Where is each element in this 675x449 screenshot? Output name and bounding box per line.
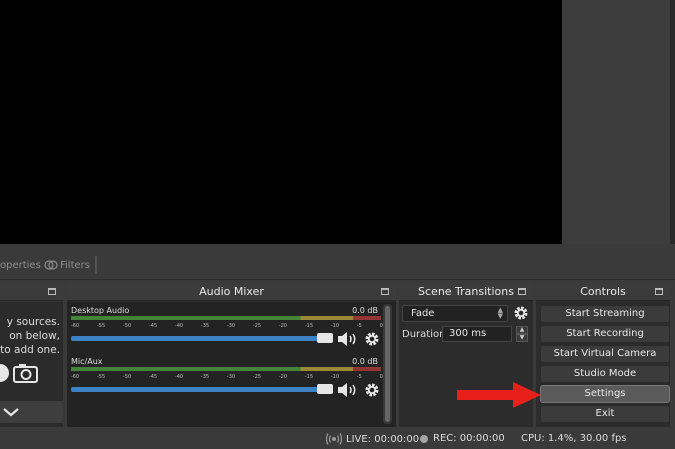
tick-label: -55 xyxy=(96,374,106,380)
channel-volume-db: 0.0 dB xyxy=(352,357,378,366)
channel-volume-db: 0.0 dB xyxy=(352,306,378,315)
tick-label: -20 xyxy=(278,323,288,329)
duration-label: Duration xyxy=(402,329,446,340)
controls-title: Controls xyxy=(580,285,626,298)
duration-input[interactable]: 300 ms xyxy=(442,326,512,342)
gear-icon[interactable] xyxy=(364,331,380,347)
tick-label: -20 xyxy=(278,374,288,380)
tick-label: -60 xyxy=(71,374,80,380)
mixer-channels: Desktop Audio 0.0 dB -60 -55 -50 -45 -40… xyxy=(67,302,396,427)
properties-button[interactable]: operties xyxy=(0,260,41,271)
volume-slider-track[interactable] xyxy=(71,387,331,392)
audio-mixer-title: Audio Mixer xyxy=(199,285,264,298)
tick-label: -30 xyxy=(226,323,236,329)
volume-slider-handle[interactable] xyxy=(317,333,333,343)
program-preview[interactable] xyxy=(0,0,562,244)
sources-hint-line-3: to add one. xyxy=(0,344,60,356)
recording-status: REC: 00:00:00 xyxy=(420,433,505,444)
transition-select[interactable]: Fade ▲ ▼ xyxy=(402,305,508,322)
duration-decrease-button[interactable]: ▼ xyxy=(516,334,528,342)
tick-label: -25 xyxy=(252,374,262,380)
tick-label: -25 xyxy=(252,323,262,329)
chevron-down-icon xyxy=(3,408,19,417)
speaker-icon[interactable] xyxy=(337,382,359,398)
record-dot-icon xyxy=(420,434,428,443)
tick-label: -50 xyxy=(122,374,132,380)
tick-label: -40 xyxy=(174,323,184,329)
scene-transitions-body: Fade ▲ ▼ Duration 300 ms ▲ ▼ xyxy=(399,302,533,427)
sources-hint-line-1: y sources. xyxy=(6,316,60,328)
filters-button[interactable]: Filters xyxy=(44,259,90,271)
channel-name: Mic/Aux xyxy=(71,357,103,366)
status-bar: LIVE: 00:00:00 REC: 00:00:00 CPU: 1.4%, … xyxy=(0,429,675,449)
sources-dock-title xyxy=(0,283,63,301)
channel-name: Desktop Audio xyxy=(71,306,130,315)
updown-arrows-icon: ▲ ▼ xyxy=(497,306,503,320)
meter-tick-labels: -60 -55 -50 -45 -40 -35 -30 -25 -20 -15 … xyxy=(71,323,383,329)
gear-icon[interactable] xyxy=(513,305,529,321)
filters-icon xyxy=(44,260,58,270)
add-source-icon[interactable] xyxy=(0,363,10,383)
tick-label: -50 xyxy=(122,323,132,329)
audio-mixer-dock-title: Audio Mixer xyxy=(67,283,396,301)
controls-dock-title: Controls xyxy=(536,283,670,301)
broadcast-icon xyxy=(326,433,342,445)
volume-slider-handle[interactable] xyxy=(317,384,333,394)
tick-label: -45 xyxy=(148,374,158,380)
transition-select-value: Fade xyxy=(411,308,435,319)
start-virtual-camera-button[interactable]: Start Virtual Camera xyxy=(540,345,670,363)
start-streaming-button[interactable]: Start Streaming xyxy=(540,305,670,323)
tick-label: -35 xyxy=(200,374,210,380)
filters-label: Filters xyxy=(60,259,90,271)
tick-label: -5 xyxy=(356,323,362,329)
toolbar-divider xyxy=(95,256,97,274)
volume-slider-track[interactable] xyxy=(71,336,331,341)
live-timer: LIVE: 00:00:00 xyxy=(346,433,420,445)
scene-transitions-dock-title: Scene Transitions xyxy=(399,283,533,301)
undock-icon[interactable] xyxy=(381,288,389,295)
settings-button[interactable]: Settings xyxy=(540,385,670,403)
tick-label: -45 xyxy=(148,323,158,329)
tick-label: -5 xyxy=(356,374,362,380)
undock-icon[interactable] xyxy=(655,288,663,295)
undock-icon[interactable] xyxy=(518,288,526,295)
sources-expand-button[interactable] xyxy=(0,401,63,423)
volume-meter xyxy=(71,316,381,320)
cpu-fps-status: CPU: 1.4%, 30.00 fps xyxy=(521,433,627,444)
sources-hint-line-2: on below, xyxy=(9,330,60,342)
controls-dock: Controls Start Streaming Start Recording… xyxy=(536,283,670,427)
gear-icon[interactable] xyxy=(364,382,380,398)
exit-button[interactable]: Exit xyxy=(540,405,670,423)
red-arrow-annotation xyxy=(457,382,541,408)
tick-label: -15 xyxy=(304,323,314,329)
duration-increase-button[interactable]: ▲ xyxy=(516,326,528,334)
tick-label: -40 xyxy=(174,374,184,380)
tick-label: -30 xyxy=(226,374,236,380)
speaker-icon[interactable] xyxy=(337,331,359,347)
meter-tick-labels: -60 -55 -50 -45 -40 -35 -30 -25 -20 -15 … xyxy=(71,374,383,380)
tick-label: -10 xyxy=(330,323,340,329)
tick-label: -35 xyxy=(200,323,210,329)
audio-mixer-dock: Audio Mixer Desktop Audio 0.0 dB -60 -55… xyxy=(67,283,396,427)
scene-transitions-title: Scene Transitions xyxy=(418,285,514,298)
controls-body: Start Streaming Start Recording Start Vi… xyxy=(536,302,670,427)
volume-meter xyxy=(71,367,381,371)
tick-label: -55 xyxy=(96,323,106,329)
tick-label: -10 xyxy=(330,374,340,380)
rec-timer: REC: 00:00:00 xyxy=(433,433,505,444)
tick-label: -15 xyxy=(304,374,314,380)
camera-icon[interactable] xyxy=(13,363,39,383)
source-toolbar: operties Filters xyxy=(0,252,675,280)
undock-icon[interactable] xyxy=(48,288,56,295)
start-recording-button[interactable]: Start Recording xyxy=(540,325,670,343)
mixer-scrollbar-thumb[interactable] xyxy=(385,306,390,422)
tick-label: -60 xyxy=(71,323,80,329)
studio-mode-button[interactable]: Studio Mode xyxy=(540,365,670,383)
preview-scrollbar xyxy=(670,0,675,244)
live-status: LIVE: 00:00:00 xyxy=(326,433,419,445)
